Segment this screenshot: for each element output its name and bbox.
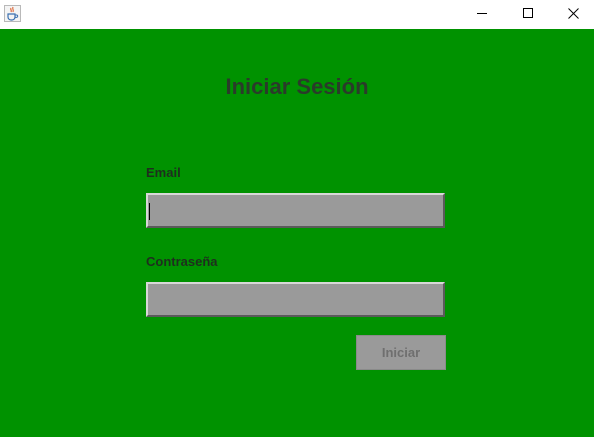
email-label: Email	[146, 165, 181, 180]
password-label: Contraseña	[146, 254, 218, 269]
java-cup-icon	[4, 5, 21, 22]
text-caret	[149, 203, 150, 220]
maximize-icon	[522, 6, 534, 24]
minimize-button[interactable]	[459, 0, 505, 29]
page-title: Iniciar Sesión	[225, 74, 369, 99]
close-button[interactable]	[550, 0, 594, 29]
login-button[interactable]: Iniciar	[356, 335, 446, 370]
login-panel: Iniciar Sesión Email Contraseña Iniciar	[0, 29, 594, 437]
window-titlebar	[0, 0, 594, 29]
email-field[interactable]	[146, 193, 445, 228]
minimize-icon	[476, 6, 488, 24]
password-field[interactable]	[146, 282, 445, 317]
close-icon	[567, 6, 579, 24]
maximize-button[interactable]	[505, 0, 551, 29]
